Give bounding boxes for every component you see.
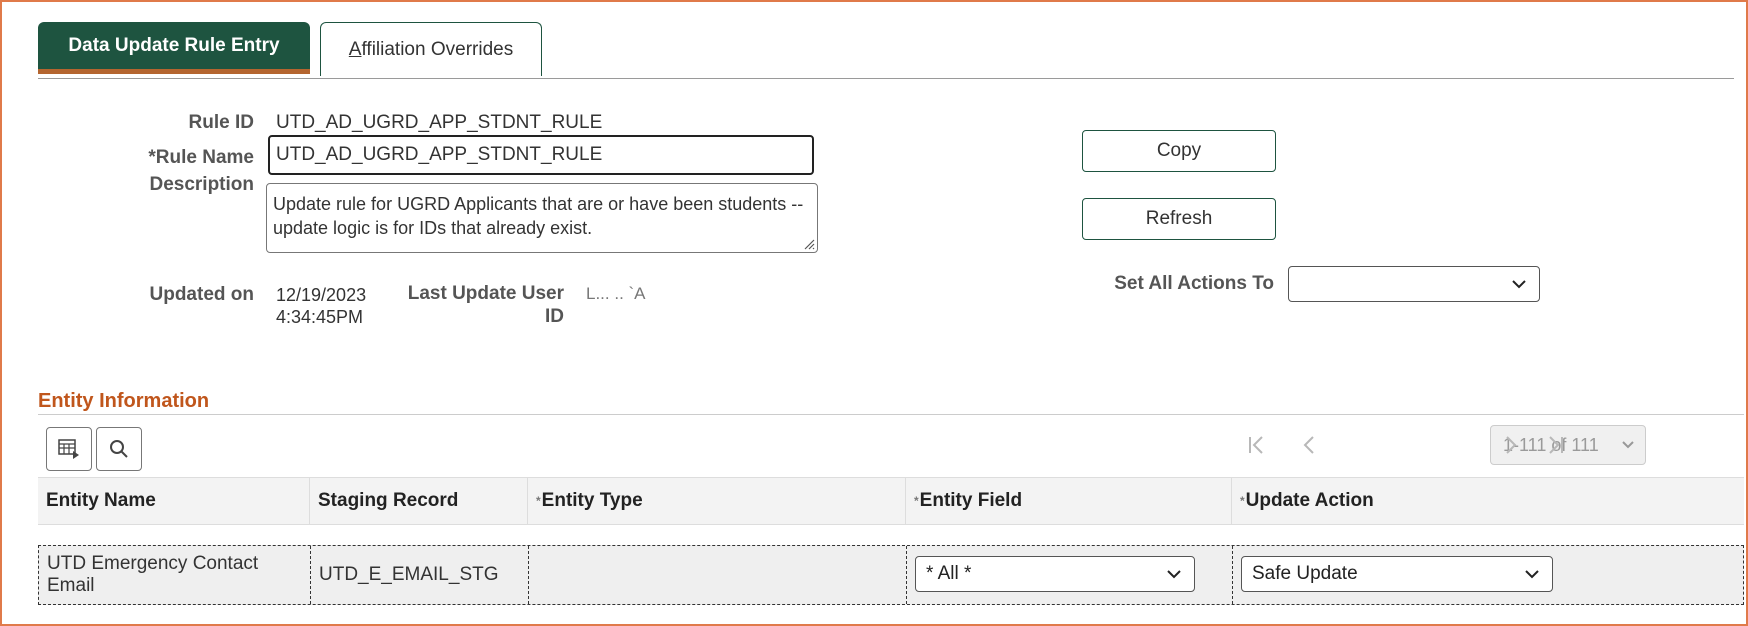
cell-entity-type	[529, 546, 907, 604]
rule-name-input[interactable]: UTD_AD_UGRD_APP_STDNT_RULE	[268, 135, 814, 175]
last-update-user-label: Last Update User ID	[407, 283, 564, 327]
rule-id-value: UTD_AD_UGRD_APP_STDNT_RULE	[276, 112, 603, 133]
column-header-update-action[interactable]: * Update Action	[1232, 478, 1744, 524]
set-all-actions-label: Set All Actions To	[1114, 273, 1274, 294]
last-page-icon[interactable]	[1546, 435, 1566, 455]
table-row: UTD Emergency Contact Email UTD_E_EMAIL_…	[38, 545, 1744, 605]
updated-on-label: Updated on	[149, 284, 255, 305]
copy-button[interactable]: Copy	[1082, 130, 1276, 172]
first-page-icon[interactable]	[1246, 435, 1266, 455]
entity-grid: 1-111 of 111 Entity Name Staging Record …	[38, 414, 1744, 611]
refresh-button-label: Refresh	[1145, 208, 1213, 229]
resize-grip-icon[interactable]	[803, 238, 815, 250]
cell-entity-name: UTD Emergency Contact Email	[39, 546, 311, 604]
cell-staging-record: UTD_E_EMAIL_STG	[311, 546, 529, 604]
next-page-icon[interactable]	[1500, 435, 1520, 455]
section-title-entity-information: Entity Information	[38, 390, 210, 412]
chevron-down-icon	[1525, 570, 1539, 579]
rule-name-label: *Rule Name	[148, 147, 254, 168]
entity-field-select[interactable]: * All *	[915, 556, 1195, 592]
grid-settings-icon	[58, 439, 79, 459]
update-action-select[interactable]: Safe Update	[1241, 556, 1553, 592]
description-text: Update rule for UGRD Applicants that are…	[273, 194, 804, 238]
grid-search-button[interactable]	[96, 427, 142, 471]
cell-entity-field: * All *	[907, 546, 1233, 604]
search-icon	[110, 440, 128, 458]
chevron-down-icon	[1622, 441, 1634, 449]
rule-id-label: Rule ID	[188, 112, 254, 133]
tab-bar: Data Update Rule Entry Affiliation Overr…	[38, 22, 1734, 79]
set-all-actions-select[interactable]	[1288, 266, 1540, 302]
entity-field-value: * All *	[926, 563, 972, 584]
grid-personalize-button[interactable]	[46, 427, 92, 471]
column-header-entity-name[interactable]: Entity Name	[38, 478, 310, 524]
tab-affiliation-overrides[interactable]: Affiliation Overrides	[320, 22, 542, 76]
description-label: Description	[149, 174, 254, 195]
chevron-down-icon	[1512, 280, 1526, 289]
column-header-entity-type[interactable]: * Entity Type	[528, 478, 906, 524]
updated-on-time: 4:34:45PM	[276, 307, 364, 327]
tab-data-update-rule-entry[interactable]: Data Update Rule Entry	[38, 22, 310, 74]
cell-update-action: Safe Update	[1233, 546, 1743, 604]
refresh-button[interactable]: Refresh	[1082, 198, 1276, 240]
previous-page-icon[interactable]	[1300, 435, 1320, 455]
tab-label: Data Update Rule Entry	[68, 34, 280, 56]
last-update-user-value: L... .. `A	[586, 284, 646, 303]
copy-button-label: Copy	[1156, 140, 1202, 161]
grid-header-row: Entity Name Staging Record * Entity Type …	[38, 477, 1744, 525]
tab-label: Affiliation Overrides	[348, 38, 514, 60]
column-header-entity-field[interactable]: * Entity Field	[906, 478, 1232, 524]
column-header-staging-record[interactable]: Staging Record	[310, 478, 528, 524]
chevron-down-icon	[1167, 570, 1181, 579]
description-textarea[interactable]: Update rule for UGRD Applicants that are…	[266, 183, 818, 253]
update-action-value: Safe Update	[1252, 563, 1358, 584]
updated-on-date: 12/19/2023	[276, 285, 367, 305]
